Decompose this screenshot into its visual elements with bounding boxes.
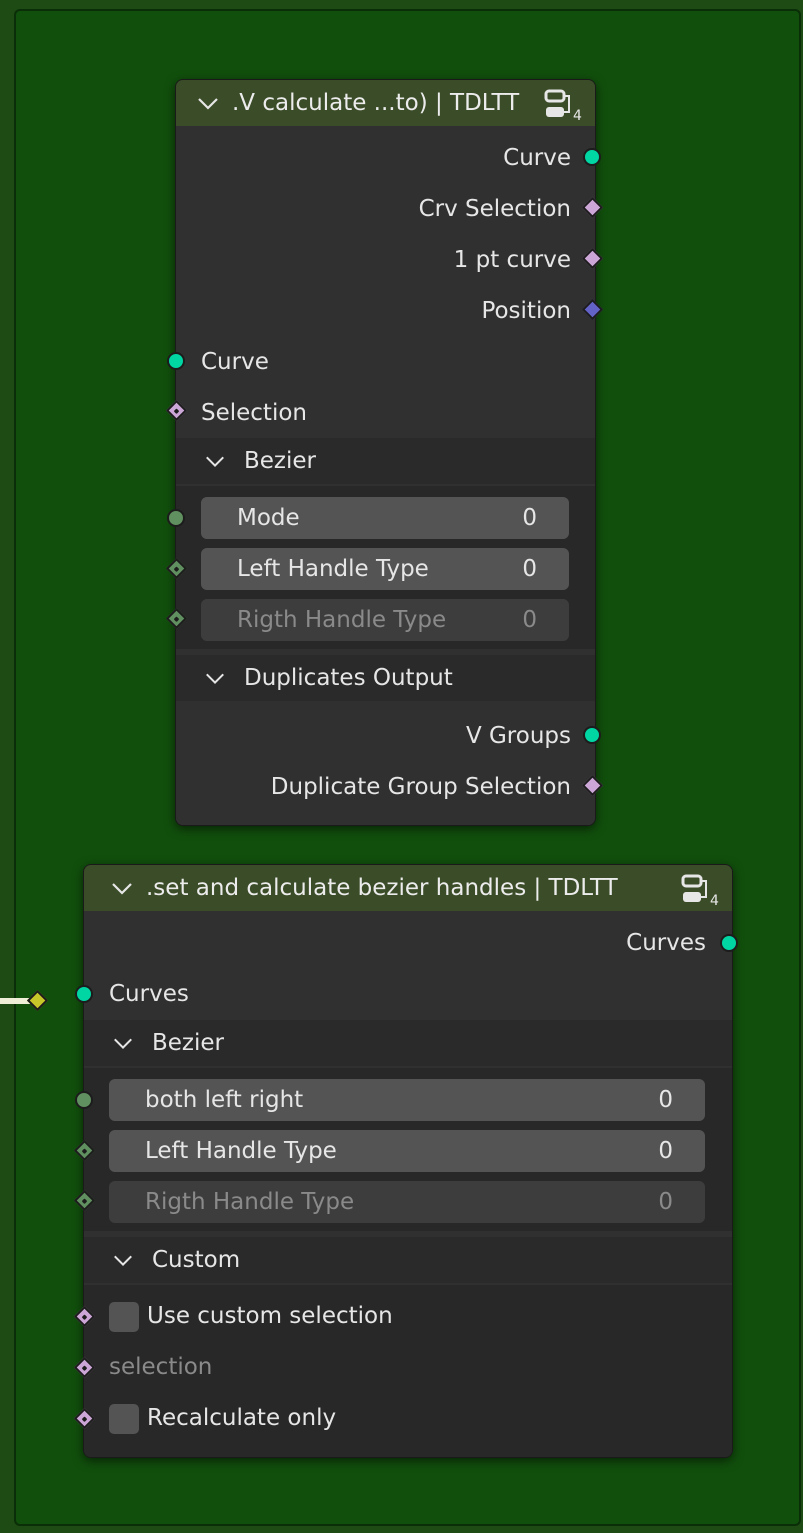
use-custom-selection-label: Use custom selection bbox=[147, 1303, 393, 1329]
right-handle-type-field: Rigth Handle Type 0 bbox=[201, 599, 569, 641]
input-curve: Curve bbox=[201, 349, 269, 375]
node-header[interactable]: .V calculate ...to) | TDLTT 4 bbox=[176, 80, 595, 126]
input-curves: Curves bbox=[109, 981, 189, 1007]
socket-in-curve[interactable] bbox=[167, 352, 185, 370]
svg-text:4: 4 bbox=[710, 893, 719, 907]
panel-bezier-header[interactable]: Bezier bbox=[176, 438, 595, 484]
output-curves: Curves bbox=[626, 930, 706, 956]
chevron-down-icon bbox=[206, 673, 224, 685]
incoming-link bbox=[0, 998, 30, 1004]
node-title: .V calculate ...to) | TDLTT bbox=[232, 90, 520, 116]
panel-bezier-body: both left right 0 Left Handle Type 0 Rig… bbox=[84, 1068, 732, 1231]
recalculate-only-checkbox[interactable] bbox=[109, 1404, 139, 1434]
panel-duplicates-header[interactable]: Duplicates Output bbox=[176, 655, 595, 701]
panel-custom-header[interactable]: Custom bbox=[84, 1237, 732, 1283]
left-handle-type-field[interactable]: Left Handle Type 0 bbox=[109, 1130, 705, 1172]
output-1pt-curve: 1 pt curve bbox=[453, 247, 571, 273]
socket-out-curves[interactable] bbox=[720, 934, 738, 952]
panel-bezier-body: Mode 0 Left Handle Type 0 Rigth Handle T… bbox=[176, 486, 595, 649]
chevron-down-icon bbox=[114, 1255, 132, 1267]
chevron-down-icon[interactable] bbox=[196, 91, 220, 115]
node-calculate[interactable]: .V calculate ...to) | TDLTT 4 Curve Crv … bbox=[175, 79, 596, 826]
chevron-down-icon bbox=[114, 1038, 132, 1050]
recalculate-only-label: Recalculate only bbox=[147, 1405, 337, 1431]
panel-bezier-label: Bezier bbox=[244, 448, 316, 474]
chevron-down-icon[interactable] bbox=[110, 876, 134, 900]
socket-out-curve[interactable] bbox=[583, 148, 601, 166]
panel-custom-body: Use custom selection selection Recalcula… bbox=[84, 1285, 732, 1457]
output-curve: Curve bbox=[503, 145, 571, 171]
socket-in-mode[interactable] bbox=[167, 509, 185, 527]
panel-bezier-header[interactable]: Bezier bbox=[84, 1020, 732, 1066]
node-header[interactable]: .set and calculate bezier handles | TDLT… bbox=[84, 865, 732, 911]
panel-bezier-label: Bezier bbox=[152, 1030, 224, 1056]
node-group-icon[interactable]: 4 bbox=[543, 88, 585, 122]
use-custom-selection-checkbox[interactable] bbox=[109, 1302, 139, 1332]
node-set-bezier-handles[interactable]: .set and calculate bezier handles | TDLT… bbox=[83, 864, 733, 1458]
mode-field[interactable]: Mode 0 bbox=[201, 497, 569, 539]
left-handle-type-field[interactable]: Left Handle Type 0 bbox=[201, 548, 569, 590]
input-selection: Selection bbox=[201, 400, 307, 426]
output-crv-selection: Crv Selection bbox=[418, 196, 571, 222]
selection-label: selection bbox=[109, 1354, 213, 1380]
svg-text:4: 4 bbox=[573, 108, 582, 122]
right-handle-type-field: Rigth Handle Type 0 bbox=[109, 1181, 705, 1223]
both-left-right-field[interactable]: both left right 0 bbox=[109, 1079, 705, 1121]
output-v-groups: V Groups bbox=[465, 723, 571, 749]
chevron-down-icon bbox=[206, 456, 224, 468]
socket-in-curves[interactable] bbox=[75, 985, 93, 1003]
output-duplicate-group-selection: Duplicate Group Selection bbox=[270, 774, 571, 800]
node-title: .set and calculate bezier handles | TDLT… bbox=[146, 875, 618, 901]
node-group-icon[interactable]: 4 bbox=[680, 873, 722, 907]
panel-custom-label: Custom bbox=[152, 1247, 241, 1273]
output-position: Position bbox=[481, 298, 571, 324]
socket-in-both-left-right[interactable] bbox=[75, 1091, 93, 1109]
panel-duplicates-label: Duplicates Output bbox=[244, 665, 453, 691]
socket-out-v-groups[interactable] bbox=[583, 726, 601, 744]
